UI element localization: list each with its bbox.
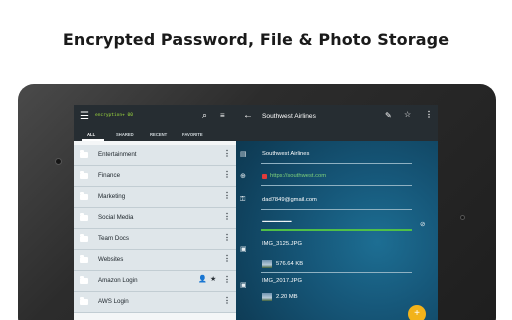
more-options-icon[interactable]: ⋮	[223, 149, 231, 158]
password-strength-bar	[261, 229, 412, 231]
item-detail-pane: ← Southwest Airlines ✎ ☆ ⋮ ▤ Southwest A…	[236, 105, 438, 320]
list-item[interactable]: Websites ⋮	[74, 250, 236, 271]
list-item-label: Websites	[98, 256, 124, 263]
more-options-icon[interactable]: ⋮	[223, 296, 231, 305]
attachment-name: IMG_2017.JPG	[262, 278, 302, 284]
list-item[interactable]: Entertainment ⋮	[74, 145, 236, 166]
list-item-label: Entertainment	[98, 151, 137, 158]
more-options-icon[interactable]: ⋮	[223, 275, 231, 284]
field-underline	[261, 185, 412, 186]
field-underline	[261, 272, 412, 273]
document-icon	[80, 276, 88, 284]
attachment-size: 576.64 KB	[276, 261, 304, 267]
active-tab-indicator	[82, 139, 104, 141]
name-value[interactable]: Southwest Airlines	[262, 151, 309, 157]
detail-toolbar: ← Southwest Airlines ✎ ☆ ⋮	[236, 105, 438, 141]
tab-recent[interactable]: RECENT	[150, 132, 167, 137]
shared-person-icon: 👤	[198, 276, 207, 283]
list-item[interactable]: Team Docs ⋮	[74, 229, 236, 250]
document-icon	[80, 297, 88, 305]
front-camera	[55, 158, 62, 165]
tablet-frame: ☰ encryption+ 00 ⌕ ≡ ALL SHARED RECENT F…	[18, 84, 496, 320]
url-value[interactable]: https://southwest.com	[270, 173, 326, 179]
folder-icon	[80, 213, 88, 221]
vault-list-pane: ☰ encryption+ 00 ⌕ ≡ ALL SHARED RECENT F…	[74, 105, 236, 320]
more-options-icon[interactable]: ⋮	[223, 191, 231, 200]
image-icon: ▣	[240, 282, 247, 289]
field-underline	[261, 209, 412, 210]
site-favicon-icon	[262, 174, 267, 179]
more-options-icon[interactable]: ⋮	[223, 212, 231, 221]
globe-icon: ⊕	[240, 173, 246, 180]
list-toolbar: ☰ encryption+ 00 ⌕ ≡ ALL SHARED RECENT F…	[74, 105, 236, 141]
folder-icon	[80, 255, 88, 263]
list-item[interactable]: Finance ⋮	[74, 166, 236, 187]
view-list-icon[interactable]: ≡	[220, 111, 225, 120]
search-icon[interactable]: ⌕	[202, 110, 207, 121]
more-options-icon[interactable]: ⋮	[223, 170, 231, 179]
image-icon: ▣	[240, 246, 247, 253]
edit-icon[interactable]: ✎	[385, 111, 392, 120]
favorite-icon[interactable]: ☆	[404, 110, 411, 119]
menu-icon[interactable]: ☰	[80, 111, 89, 122]
attachment-size: 2.20 MB	[276, 294, 298, 300]
list-item[interactable]: Marketing ⋮	[74, 187, 236, 208]
more-options-icon[interactable]: ⋮	[223, 233, 231, 242]
more-options-icon[interactable]: ⋮	[425, 110, 433, 119]
folder-icon	[80, 171, 88, 179]
document-icon: ▤	[240, 151, 247, 158]
folder-icon	[80, 234, 88, 242]
add-item-button[interactable]: +	[408, 305, 426, 320]
list-item[interactable]: AWS Login ⋮	[74, 292, 236, 313]
list-item-label: Marketing	[98, 193, 126, 200]
list-item[interactable]: Social Media ⋮	[74, 208, 236, 229]
favorite-star-icon[interactable]: ★	[210, 275, 216, 283]
tab-shared[interactable]: SHARED	[116, 132, 134, 137]
list-item-label: AWS Login	[98, 298, 129, 305]
username-value[interactable]: dad7849@gmail.com	[262, 197, 317, 203]
folder-icon	[80, 192, 88, 200]
list-item[interactable]: Amazon Login 👤 ★ ⋮	[74, 271, 236, 292]
app-brand: encryption+ 00	[95, 113, 133, 118]
app-screen: ☰ encryption+ 00 ⌕ ≡ ALL SHARED RECENT F…	[74, 105, 438, 320]
attachment-name: IMG_3125.JPG	[262, 241, 302, 247]
list-item-label: Amazon Login	[98, 277, 138, 284]
visibility-off-icon[interactable]: ⊘	[420, 220, 425, 228]
tab-all[interactable]: ALL	[87, 132, 95, 137]
list-item-label: Team Docs	[98, 235, 129, 242]
list-item-label: Social Media	[98, 214, 134, 221]
key-icon: ⚿	[240, 196, 246, 203]
headline: Encrypted Password, File & Photo Storage	[62, 30, 450, 49]
photo-thumbnail	[262, 293, 272, 301]
tab-favorite[interactable]: FAVORITE	[182, 132, 203, 137]
photo-thumbnail	[262, 260, 272, 268]
field-underline	[261, 163, 412, 164]
back-arrow-icon[interactable]: ←	[243, 110, 253, 121]
password-value[interactable]: ••••••••••••••••••••••••••••••	[262, 219, 292, 224]
folder-icon	[80, 150, 88, 158]
detail-title: Southwest Airlines	[262, 113, 316, 120]
sensor-dot	[460, 215, 465, 220]
list-item-label: Finance	[98, 172, 121, 179]
more-options-icon[interactable]: ⋮	[223, 254, 231, 263]
